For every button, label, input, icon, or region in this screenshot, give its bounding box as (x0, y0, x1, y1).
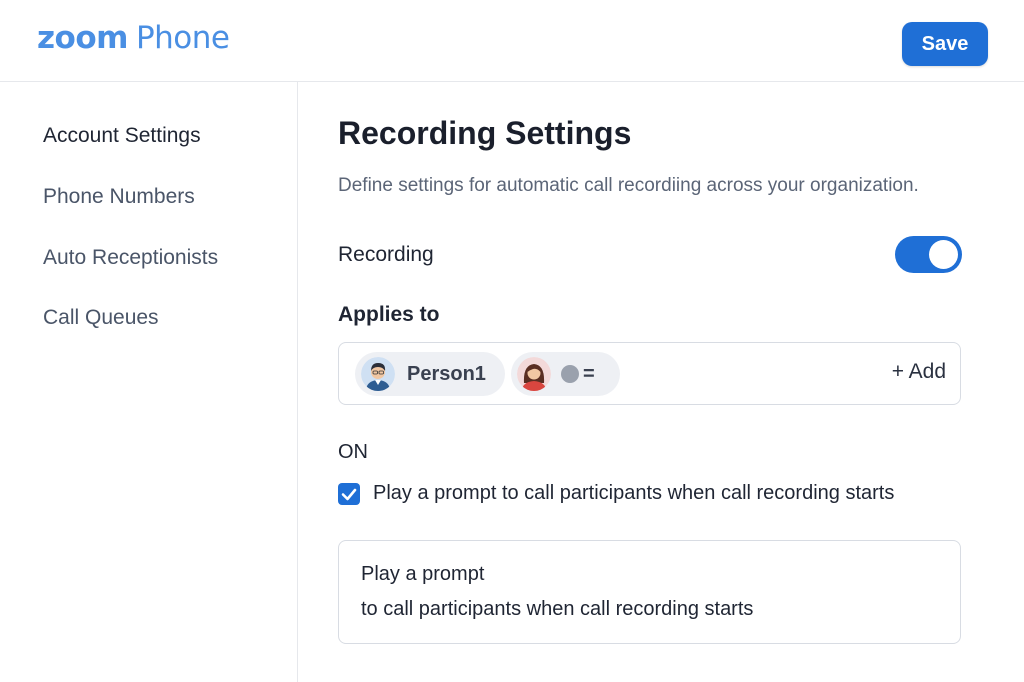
save-button[interactable]: Save (902, 22, 988, 66)
chip-extra: = (583, 362, 595, 385)
recording-label: Recording (338, 243, 434, 266)
prompt-text-line1: Play a prompt (361, 563, 485, 585)
person-chip[interactable]: Person1 (355, 352, 505, 396)
applies-to-label: Applies to (338, 303, 440, 326)
sidebar-item-phone-numbers[interactable]: Phone Numbers (43, 185, 195, 209)
female-avatar-icon (517, 357, 551, 391)
add-button[interactable]: + Add (892, 360, 946, 384)
page-title: Recording Settings (338, 115, 632, 151)
person-icon (561, 365, 579, 383)
toggle-knob (929, 240, 958, 269)
chip-name: Person1 (407, 362, 486, 385)
sidebar: Account Settings Phone Numbers Auto Rece… (0, 82, 298, 682)
prompt-checkbox[interactable] (338, 483, 360, 505)
page-description: Define settings for automatic call recor… (338, 175, 919, 196)
top-header: zoom Phone Save (0, 0, 1024, 82)
zoom-phone-logo[interactable]: zoom Phone (37, 20, 230, 60)
prompt-text-box[interactable]: Play a prompt to call participants when … (338, 540, 961, 644)
sidebar-item-auto-receptionists[interactable]: Auto Receptionists (43, 246, 218, 270)
on-label: ON (338, 441, 368, 463)
logo-zoom-text: zoom (37, 20, 128, 56)
checkmark-icon (341, 488, 357, 501)
applies-to-field[interactable]: Person1 = + Add (338, 342, 961, 405)
male-avatar-icon (361, 357, 395, 391)
prompt-checkbox-label[interactable]: Play a prompt to call participants when … (373, 482, 894, 505)
main-content: Recording Settings Define settings for a… (298, 82, 1024, 682)
person-chip[interactable]: = (511, 352, 620, 396)
sidebar-item-call-queues[interactable]: Call Queues (43, 306, 159, 330)
recording-toggle[interactable] (895, 236, 962, 273)
prompt-text-line2: to call participants when call recording… (361, 598, 754, 620)
sidebar-item-account-settings[interactable]: Account Settings (43, 124, 201, 148)
logo-phone-text: Phone (135, 20, 230, 56)
